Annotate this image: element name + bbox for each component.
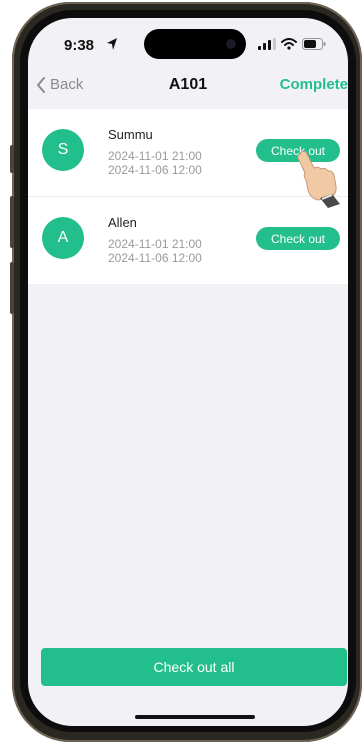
cellular-signal-icon <box>258 38 276 50</box>
status-time: 9:38 <box>64 37 95 54</box>
complete-button[interactable]: Complete <box>280 76 348 93</box>
check-out-all-button[interactable]: Check out all <box>41 648 347 686</box>
check-out-button[interactable]: Check out <box>256 227 340 250</box>
battery-icon <box>302 38 326 50</box>
camera-icon <box>226 39 236 49</box>
avatar: A <box>42 217 84 259</box>
volume-up-button <box>10 196 14 248</box>
action-button <box>10 145 14 173</box>
status-bar: 9:38 <box>28 18 348 62</box>
location-arrow-icon <box>107 38 117 50</box>
home-indicator[interactable] <box>135 715 255 719</box>
check-in-time: 2024-11-01 21:00 <box>108 149 202 163</box>
screen: 9:38 Back A101 Complete S Summu 2024-11-… <box>28 18 348 726</box>
check-out-time: 2024-11-06 12:00 <box>108 163 202 177</box>
wifi-icon <box>281 38 297 50</box>
guest-name: Summu <box>108 127 153 142</box>
volume-down-button <box>10 262 14 314</box>
pointing-hand-icon <box>297 150 340 208</box>
dynamic-island <box>144 29 246 59</box>
check-out-time: 2024-11-06 12:00 <box>108 251 202 265</box>
guest-row: A Allen 2024-11-01 21:00 2024-11-06 12:0… <box>28 197 348 284</box>
navigation-bar: Back A101 Complete <box>28 62 348 108</box>
check-in-time: 2024-11-01 21:00 <box>108 237 202 251</box>
avatar: S <box>42 129 84 171</box>
guest-name: Allen <box>108 215 137 230</box>
